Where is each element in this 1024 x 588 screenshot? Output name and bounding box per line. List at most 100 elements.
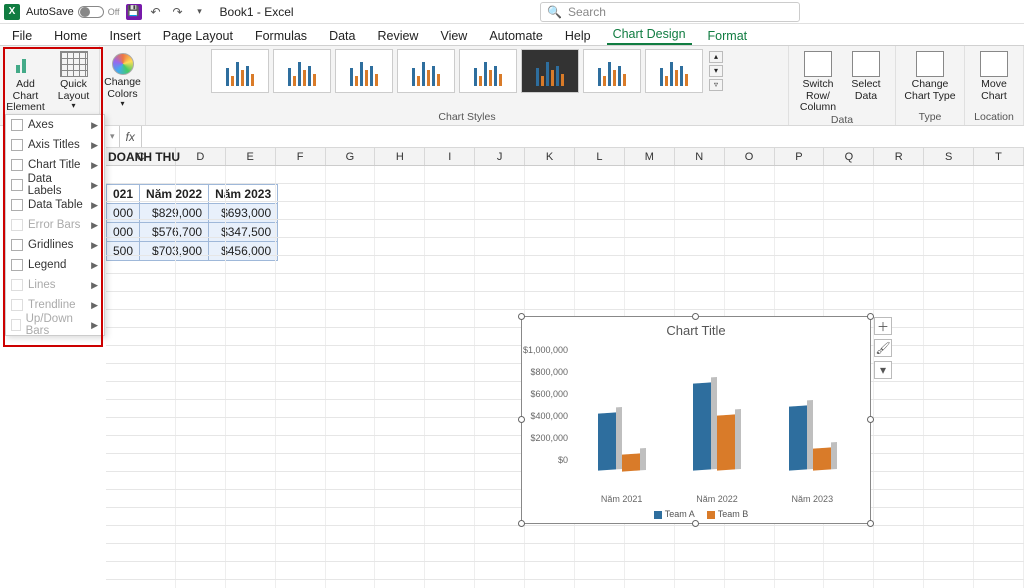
qat-more-icon[interactable]: ▾ [192, 4, 208, 20]
autosave-toggle[interactable]: AutoSave Off [26, 6, 120, 18]
undo-icon[interactable]: ↶ [148, 4, 164, 20]
resize-handle[interactable] [518, 520, 525, 527]
select-data-label: Select Data [843, 79, 889, 102]
tab-chart-design[interactable]: Chart Design [607, 25, 692, 45]
chevron-right-icon: ▶ [91, 320, 98, 331]
chart-elements-icon[interactable]: ＋ [874, 317, 892, 335]
tab-file[interactable]: File [6, 27, 38, 45]
column-header[interactable]: H [375, 148, 425, 165]
chart-bar[interactable] [813, 447, 831, 470]
chart-style-7[interactable] [583, 49, 641, 93]
menu-item-chart-title[interactable]: Chart Title▶ [6, 155, 104, 175]
switch-row-column-button[interactable]: Switch Row/ Column [795, 49, 841, 114]
select-data-button[interactable]: Select Data [843, 49, 889, 114]
column-header[interactable]: O [725, 148, 775, 165]
column-header[interactable]: L [575, 148, 625, 165]
chart-style-6[interactable] [521, 49, 579, 93]
search-box[interactable]: 🔍 Search [540, 2, 800, 22]
chart-style-1[interactable] [211, 49, 269, 93]
column-header[interactable]: Q [824, 148, 874, 165]
chart-bar[interactable] [598, 412, 616, 470]
menu-item-axes[interactable]: Axes▶ [6, 115, 104, 135]
worksheet-grid[interactable]: CDEFGHIJKLMNOPQRST DOANH THU 021 Năm 202… [106, 148, 1024, 588]
fx-icon[interactable]: fx [119, 126, 142, 147]
tab-view[interactable]: View [434, 27, 473, 45]
toggle-icon[interactable] [78, 6, 104, 18]
chart-plot-area[interactable]: $0$200,000$400,000$600,000$800,000$1,000… [574, 340, 860, 480]
chart-title[interactable]: Chart Title [522, 317, 870, 340]
menu-item-data-table[interactable]: Data Table▶ [6, 195, 104, 215]
resize-handle[interactable] [867, 313, 874, 320]
column-header[interactable]: N [675, 148, 725, 165]
tab-review[interactable]: Review [371, 27, 424, 45]
resize-handle[interactable] [518, 313, 525, 320]
column-headers[interactable]: CDEFGHIJKLMNOPQRST [106, 148, 1024, 166]
x-axis-labels: Năm 2021Năm 2022Năm 2023 [574, 490, 860, 500]
column-header[interactable]: J [475, 148, 525, 165]
formula-bar-chevron-icon[interactable]: ▾ [106, 131, 119, 142]
tab-automate[interactable]: Automate [483, 27, 549, 45]
chart-object[interactable]: ＋ 🖌 ▾ Chart Title $0$200,000$400,000$600… [521, 316, 871, 524]
column-header[interactable]: F [276, 148, 326, 165]
tab-formulas[interactable]: Formulas [249, 27, 313, 45]
styles-scroll-down-icon[interactable]: ▾ [709, 65, 723, 77]
chart-style-4[interactable] [397, 49, 455, 93]
chart-bar[interactable] [717, 414, 735, 470]
chart-style-5[interactable] [459, 49, 517, 93]
column-header[interactable]: I [425, 148, 475, 165]
move-chart-button[interactable]: Move Chart [971, 49, 1017, 102]
chart-style-2[interactable] [273, 49, 331, 93]
tab-format[interactable]: Format [702, 27, 754, 45]
menu-item-gridlines[interactable]: Gridlines▶ [6, 235, 104, 255]
search-placeholder: Search [568, 5, 606, 19]
legend-item: Team A [665, 509, 695, 519]
menu-item-label: Error Bars [28, 219, 80, 231]
chart-bar[interactable] [693, 382, 711, 470]
chart-style-3[interactable] [335, 49, 393, 93]
data-group-label: Data [831, 114, 853, 126]
chart-legend[interactable]: Team A Team B [522, 509, 870, 519]
chart-bar[interactable] [622, 453, 640, 471]
change-chart-type-button[interactable]: Change Chart Type [902, 49, 958, 102]
resize-handle[interactable] [867, 520, 874, 527]
menu-item-icon [10, 118, 24, 132]
change-colors-button[interactable]: Change Colors▾ [100, 49, 146, 109]
resize-handle[interactable] [867, 416, 874, 423]
menu-item-legend[interactable]: Legend▶ [6, 255, 104, 275]
switch-row-col-label: Switch Row/ Column [795, 79, 841, 114]
tab-page-layout[interactable]: Page Layout [157, 27, 239, 45]
chevron-right-icon: ▶ [91, 140, 98, 151]
column-header[interactable]: D [176, 148, 226, 165]
redo-icon[interactable]: ↷ [170, 4, 186, 20]
resize-handle[interactable] [692, 313, 699, 320]
column-header[interactable]: T [974, 148, 1024, 165]
column-header[interactable]: E [226, 148, 276, 165]
styles-scroll-up-icon[interactable]: ▴ [709, 51, 723, 63]
column-header[interactable]: R [874, 148, 924, 165]
column-header[interactable]: K [525, 148, 575, 165]
save-icon[interactable]: 💾 [126, 4, 142, 20]
menu-item-icon [10, 298, 24, 312]
column-header[interactable]: M [625, 148, 675, 165]
column-header[interactable]: P [775, 148, 825, 165]
formula-input[interactable] [142, 126, 1024, 147]
tab-help[interactable]: Help [559, 27, 597, 45]
chart-bar[interactable] [789, 406, 807, 471]
menu-item-data-labels[interactable]: Data Labels▶ [6, 175, 104, 195]
add-chart-element-button[interactable]: Add Chart Element▾ [3, 49, 49, 122]
chart-style-8[interactable] [645, 49, 703, 93]
styles-more-icon[interactable]: ▿ [709, 79, 723, 91]
column-header[interactable]: G [326, 148, 376, 165]
tab-home[interactable]: Home [48, 27, 93, 45]
resize-handle[interactable] [692, 520, 699, 527]
cell-title[interactable]: DOANH THU [108, 150, 180, 164]
chart-styles-icon[interactable]: 🖌 [874, 339, 892, 357]
chart-filters-icon[interactable]: ▾ [874, 361, 892, 379]
document-title: Book1 - Excel [220, 5, 294, 19]
quick-layout-button[interactable]: Quick Layout▾ [51, 49, 97, 122]
tab-insert[interactable]: Insert [104, 27, 147, 45]
chart-styles-gallery[interactable]: ▴ ▾ ▿ [205, 46, 729, 96]
menu-item-axis-titles[interactable]: Axis Titles▶ [6, 135, 104, 155]
column-header[interactable]: S [924, 148, 974, 165]
tab-data[interactable]: Data [323, 27, 361, 45]
